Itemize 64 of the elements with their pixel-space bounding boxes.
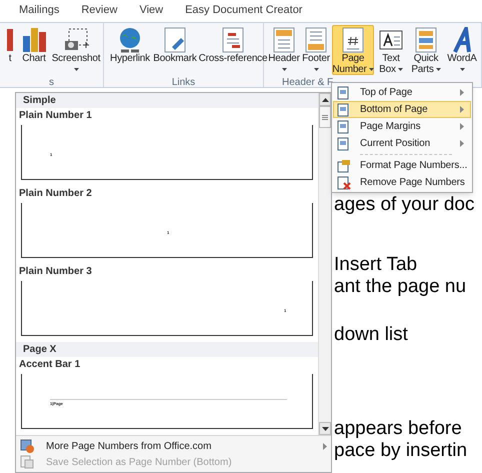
scroll-down-button[interactable] xyxy=(319,422,331,435)
document-icon xyxy=(337,86,351,100)
shape-icon xyxy=(7,28,13,50)
document-icon xyxy=(340,26,366,52)
down-arrow-icon xyxy=(322,426,328,430)
document-icon xyxy=(220,26,246,52)
camera-icon xyxy=(63,28,89,51)
ribbon-button[interactable]: Chart xyxy=(19,25,49,75)
section-heading: Page X xyxy=(23,344,56,355)
gallery-item-label: Accent Bar 1 xyxy=(19,359,80,371)
document-text: down list xyxy=(334,324,408,346)
delete-icon xyxy=(337,176,351,190)
document-icon xyxy=(337,158,351,172)
grip-icon xyxy=(322,114,328,120)
ribbon-button[interactable]: Text Box xyxy=(375,25,407,75)
ribbon-button[interactable]: WordA xyxy=(445,25,479,75)
menu-item[interactable]: Bottom of Page xyxy=(333,101,471,118)
gallery-item-label: Plain Number 3 xyxy=(19,266,92,278)
ribbon-tab[interactable]: View xyxy=(138,2,164,22)
ribbon-tab[interactable]: Easy Document Creator xyxy=(184,2,304,22)
gallery-item-label: Plain Number 1 xyxy=(19,110,92,122)
ribbon-tab[interactable]: Review xyxy=(80,2,118,22)
globe-icon xyxy=(117,26,143,52)
bar-chart-icon xyxy=(22,26,46,52)
document-icon xyxy=(413,26,439,52)
text-box-icon xyxy=(378,28,404,50)
document-text: pace by insertin xyxy=(334,440,468,462)
document-text: Insert Tab xyxy=(334,254,418,276)
ribbon-button[interactable]: Bookmark xyxy=(153,25,197,75)
document-text: ant the page nu xyxy=(334,276,466,298)
document-icon xyxy=(20,439,34,453)
ribbon-button[interactable]: t xyxy=(2,25,18,75)
section-heading: Simple xyxy=(23,95,56,106)
ribbon-button[interactable]: Page Number xyxy=(332,25,374,75)
scroll-thumb[interactable] xyxy=(319,106,331,128)
scroll-up-button[interactable] xyxy=(319,93,331,106)
menu-item[interactable]: Format Page Numbers... xyxy=(333,157,471,174)
group-label: s xyxy=(49,77,54,87)
group-label: Header & F xyxy=(282,77,334,87)
document-icon xyxy=(271,26,297,52)
document-icon xyxy=(337,136,351,150)
document-icon xyxy=(20,455,34,469)
ribbon-button[interactable]: Header xyxy=(268,25,300,75)
document-icon xyxy=(337,120,351,134)
document-icon xyxy=(303,26,329,52)
document-text: ages of your doc xyxy=(334,194,474,216)
group-label: Links xyxy=(172,77,196,87)
menu-item[interactable]: More Page Numbers from Office.com xyxy=(16,438,331,454)
document-text: appears before xyxy=(334,418,462,440)
ribbon-button[interactable]: Cross-reference xyxy=(198,25,268,75)
ribbon-tab[interactable]: Mailings xyxy=(18,2,60,22)
ribbon-button[interactable]: Screenshot xyxy=(50,25,102,75)
gallery-item-label: Plain Number 2 xyxy=(19,188,92,200)
menu-item[interactable]: Remove Page Numbers xyxy=(333,174,471,191)
document-icon xyxy=(337,102,351,116)
letter-icon xyxy=(451,26,473,52)
up-arrow-icon xyxy=(322,98,328,102)
menu-item[interactable]: Top of Page xyxy=(333,84,471,101)
ribbon-button[interactable]: Hyperlink xyxy=(108,25,152,75)
menu-item[interactable]: Page Margins xyxy=(333,118,471,135)
document-icon xyxy=(162,26,188,52)
ribbon-button[interactable]: Quick Parts xyxy=(408,25,444,75)
ribbon-button[interactable]: Footer xyxy=(301,25,331,75)
menu-item[interactable]: Current Position xyxy=(333,135,471,152)
